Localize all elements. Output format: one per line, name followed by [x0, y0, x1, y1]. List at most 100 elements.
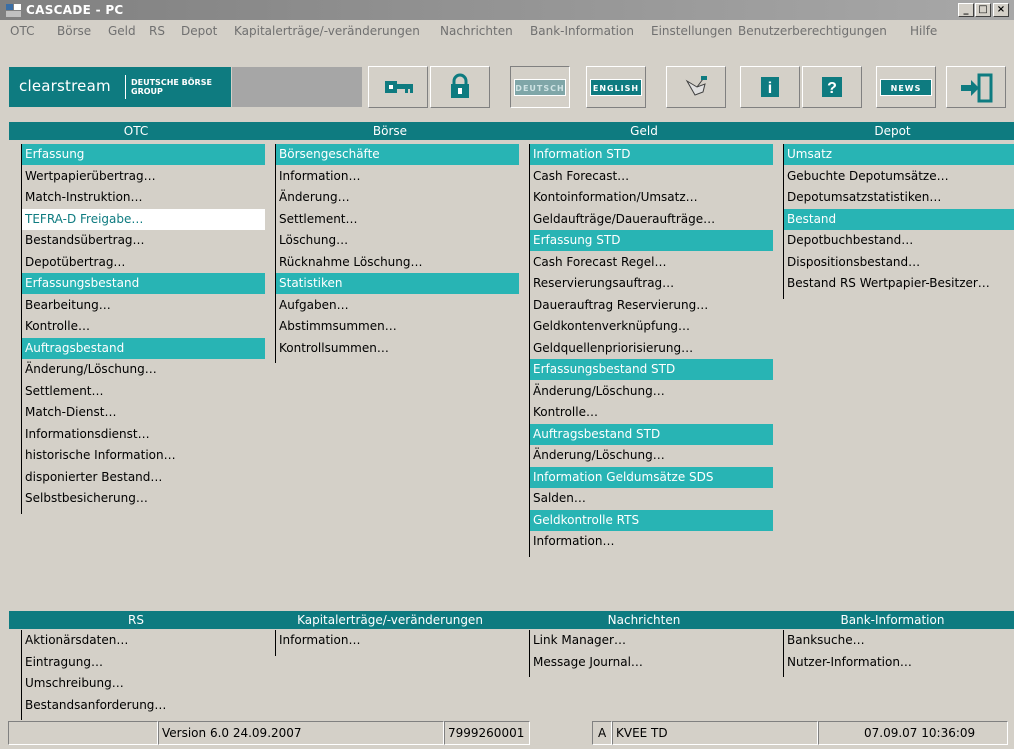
status-cell-empty — [8, 721, 158, 745]
menu-item-depotbuchbestand[interactable]: Depotbuchbestand… — [784, 230, 1014, 251]
news-button[interactable]: NEWS — [876, 66, 936, 108]
menu-otc[interactable]: OTC — [10, 24, 34, 38]
app-icon[interactable] — [6, 4, 22, 17]
exit-icon — [961, 73, 993, 103]
section-header-auftragsbestand: Auftragsbestand — [22, 337, 265, 359]
panel-header-borse: Börse — [263, 122, 517, 140]
menu-item-information[interactable]: Information… — [276, 166, 519, 187]
deutsch-language-button[interactable]: DEUTSCH — [510, 66, 570, 108]
menu-item-information[interactable]: Information… — [276, 630, 519, 651]
menu-item-rucknahme-loschung[interactable]: Rücknahme Löschung… — [276, 252, 519, 273]
menu-item-dauerauftrag-reservierung[interactable]: Dauerauftrag Reservierung… — [530, 295, 773, 316]
deutsch-label: DEUTSCH — [514, 79, 566, 96]
status-gap — [530, 721, 592, 745]
close-button[interactable]: × — [993, 3, 1009, 17]
menu-item-selbstbesicherung[interactable]: Selbstbesicherung… — [22, 488, 265, 509]
logo-group-line1: DEUTSCHE BÖRSE — [131, 78, 212, 87]
help-icon: ? — [822, 77, 842, 97]
menu-item-disponierter-bestand[interactable]: disponierter Bestand… — [22, 467, 265, 488]
exit-button[interactable] — [946, 66, 1006, 108]
menu-item-bearbeitung[interactable]: Bearbeitung… — [22, 295, 265, 316]
menu-item-link-manager[interactable]: Link Manager… — [530, 630, 773, 651]
minimize-button[interactable]: _ — [958, 3, 974, 17]
panel-header-kapitalertrage-veranderungen: Kapitalerträge/-veränderungen — [263, 611, 517, 629]
panel-header-depot: Depot — [771, 122, 1014, 140]
menu-item-wertpapierubertrag[interactable]: Wertpapierübertrag… — [22, 166, 265, 187]
menu-item-aktionarsdaten[interactable]: Aktionärsdaten… — [22, 630, 265, 651]
panel-header-otc: OTC — [9, 122, 263, 140]
menu-item-gebuchte-depotumsatze[interactable]: Gebuchte Depotumsätze… — [784, 166, 1014, 187]
logo-text: clearstream — [19, 77, 111, 95]
menu-rs[interactable]: RS — [149, 24, 165, 38]
section-header-auftragsbestand-std: Auftragsbestand STD — [530, 423, 773, 445]
menu-item-kontrolle[interactable]: Kontrolle… — [530, 402, 773, 423]
logo-group-line2: GROUP — [131, 87, 163, 96]
menu-item-message-journal[interactable]: Message Journal… — [530, 652, 773, 673]
menu-item-cash-forecast-regel[interactable]: Cash Forecast Regel… — [530, 252, 773, 273]
news-label: NEWS — [880, 79, 932, 96]
section-header-information-geldumsatze-sds: Information Geldumsätze SDS — [530, 466, 773, 488]
lock-button[interactable] — [430, 66, 490, 108]
menu-item-abstimmsummen[interactable]: Abstimmsummen… — [276, 316, 519, 337]
menu-item-information[interactable]: Information… — [530, 531, 773, 552]
section-header-information-std: Information STD — [530, 144, 773, 165]
hand-pointer-icon — [685, 76, 707, 96]
menu-item-nutzer-information[interactable]: Nutzer-Information… — [784, 652, 1014, 673]
menu-item-informationsdienst[interactable]: Informationsdienst… — [22, 424, 265, 445]
section-header-erfassung: Erfassung — [22, 144, 265, 165]
menu-item-historische-information[interactable]: historische Information… — [22, 445, 265, 466]
menu-item-kontrolle[interactable]: Kontrolle… — [22, 316, 265, 337]
menu-hilfe[interactable]: Hilfe — [910, 24, 937, 38]
menu-einstellungen[interactable]: Einstellungen — [651, 24, 732, 38]
menu-depot[interactable]: Depot — [181, 24, 217, 38]
menu-item-anderung-loschung[interactable]: Änderung/Löschung… — [530, 445, 773, 466]
menu-item-bestand-rs-wertpapier-besitzer[interactable]: Bestand RS Wertpapier-Besitzer… — [784, 273, 1014, 294]
menu-item-geldauftrage-dauerauftrage[interactable]: Geldaufträge/Daueraufträge… — [530, 209, 773, 230]
menu-item-settlement[interactable]: Settlement… — [276, 209, 519, 230]
status-bar: Version 6.0 24.09.2007 7999260001 A KVEE… — [0, 719, 1014, 749]
menu-item-anderung-loschung[interactable]: Änderung/Löschung… — [530, 381, 773, 402]
menu-boerse[interactable]: Börse — [57, 24, 91, 38]
title-bar[interactable]: CASCADE - PC _ □ × — [0, 0, 1014, 20]
menu-item-aufgaben[interactable]: Aufgaben… — [276, 295, 519, 316]
menu-item-tefra-d-freigabe[interactable]: TEFRA-D Freigabe… — [22, 208, 265, 230]
help-label: ? — [827, 80, 837, 97]
menu-item-reservierungsauftrag[interactable]: Reservierungsauftrag… — [530, 273, 773, 294]
help-button[interactable]: ? — [802, 66, 862, 108]
hand-pointer-button[interactable] — [666, 66, 726, 108]
menu-item-bestandsubertrag[interactable]: Bestandsübertrag… — [22, 230, 265, 251]
menu-item-match-dienst[interactable]: Match-Dienst… — [22, 402, 265, 423]
menu-item-depotumsatzstatistiken[interactable]: Depotumsatzstatistiken… — [784, 187, 1014, 208]
english-language-button[interactable]: ENGLISH — [586, 66, 646, 108]
menu-item-settlement[interactable]: Settlement… — [22, 381, 265, 402]
menu-item-kontrollsummen[interactable]: Kontrollsummen… — [276, 338, 519, 359]
menu-item-salden[interactable]: Salden… — [530, 488, 773, 509]
menu-item-eintragung[interactable]: Eintragung… — [22, 652, 265, 673]
status-user: KVEE TD — [612, 721, 818, 745]
menu-item-anderung-loschung[interactable]: Änderung/Löschung… — [22, 359, 265, 380]
section-header-geldkontrolle-rts: Geldkontrolle RTS — [530, 509, 773, 531]
section-header-erfassung-std: Erfassung STD — [530, 230, 773, 251]
menu-item-cash-forecast[interactable]: Cash Forecast… — [530, 166, 773, 187]
menu-item-loschung[interactable]: Löschung… — [276, 230, 519, 251]
menu-item-bestandsanforderung[interactable]: Bestandsanforderung… — [22, 695, 265, 716]
menu-item-geldkontenverknupfung[interactable]: Geldkontenverknüpfung… — [530, 316, 773, 337]
menu-item-dispositionsbestand[interactable]: Dispositionsbestand… — [784, 252, 1014, 273]
menu-nachrichten[interactable]: Nachrichten — [440, 24, 513, 38]
info-button[interactable]: i — [740, 66, 800, 108]
menu-item-depotubertrag[interactable]: Depotübertrag… — [22, 252, 265, 273]
menu-item-banksuche[interactable]: Banksuche… — [784, 630, 1014, 651]
menu-item-geldquellenpriorisierung[interactable]: Geldquellenpriorisierung… — [530, 338, 773, 359]
menu-kapitalertraege[interactable]: Kapitalerträge/-veränderungen — [234, 24, 420, 38]
menu-benutzerberechtigungen[interactable]: Benutzerberechtigungen — [738, 24, 887, 38]
section-header-bestand: Bestand — [784, 208, 1014, 230]
menu-item-match-instruktion[interactable]: Match-Instruktion… — [22, 187, 265, 208]
menu-item-kontoinformation-umsatz[interactable]: Kontoinformation/Umsatz… — [530, 187, 773, 208]
menu-item-umschreibung[interactable]: Umschreibung… — [22, 673, 265, 694]
menu-item-anderung[interactable]: Änderung… — [276, 187, 519, 208]
menu-bank-information[interactable]: Bank-Information — [530, 24, 634, 38]
section-header-erfassungsbestand: Erfassungsbestand — [22, 273, 265, 294]
key-button[interactable] — [368, 66, 428, 108]
maximize-button[interactable]: □ — [975, 3, 991, 17]
menu-geld[interactable]: Geld — [108, 24, 136, 38]
